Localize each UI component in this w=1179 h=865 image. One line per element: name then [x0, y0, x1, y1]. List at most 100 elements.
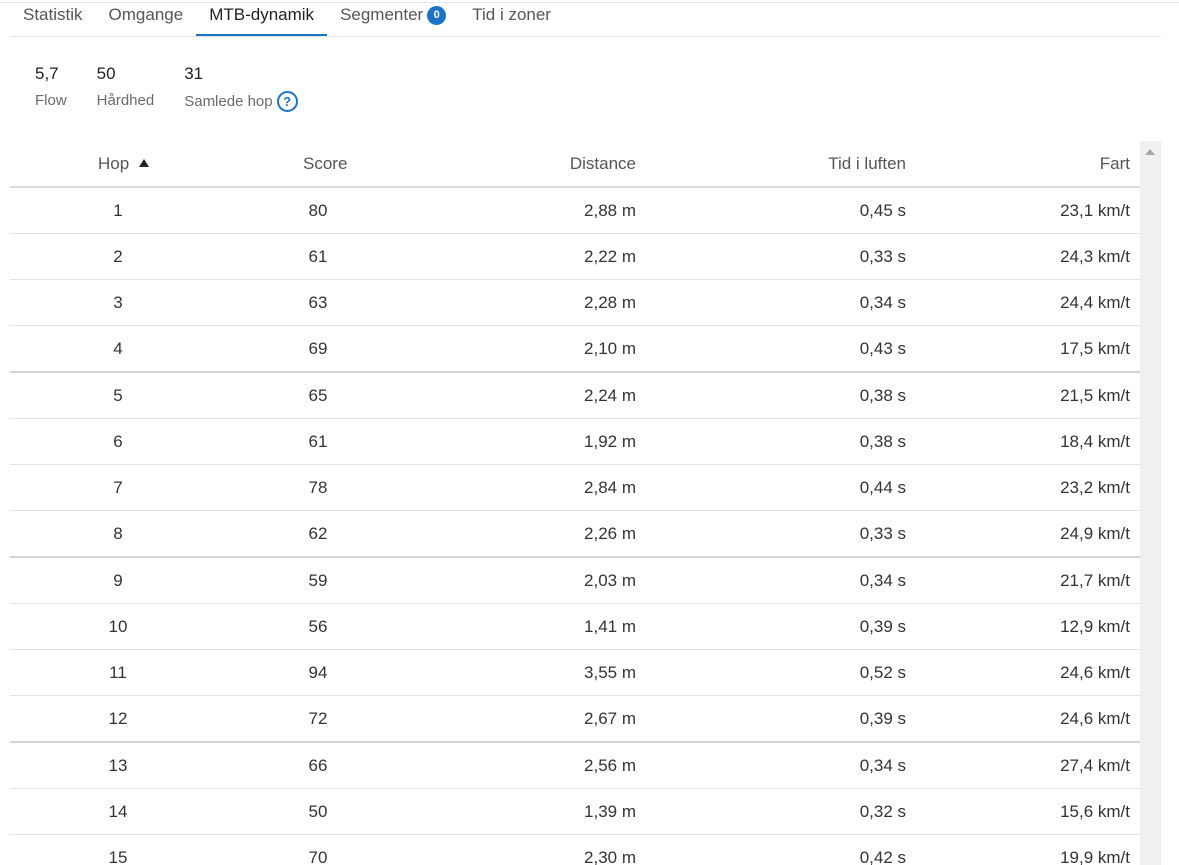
cell-score: 94 — [308, 663, 328, 682]
column-header-airtime[interactable]: Tid i luften — [828, 153, 906, 175]
table-row: 9 59 2,03 m 0,34 s 21,7 km/t — [10, 558, 1140, 604]
table-row: 6 61 1,92 m 0,38 s 18,4 km/t — [10, 419, 1140, 465]
tab-bar: Statistik Omgange MTB-dynamik Segmenter … — [10, 3, 1161, 37]
table-row: 13 66 2,56 m 0,34 s 27,4 km/t — [10, 743, 1140, 789]
stat-value: 5,7 — [35, 64, 59, 83]
cell-hop: 6 — [113, 432, 123, 451]
cell-speed: 17,5 km/t — [1060, 339, 1130, 358]
cell-speed: 18,4 km/t — [1060, 432, 1130, 451]
cell-hop: 11 — [109, 663, 127, 682]
cell-score: 50 — [308, 802, 328, 821]
cell-score: 69 — [308, 339, 328, 358]
sort-ascending-icon — [139, 159, 150, 167]
scroll-up-arrow-icon[interactable] — [1145, 149, 1155, 155]
tab-label: Omgange — [108, 5, 184, 24]
cell-speed: 19,9 km/t — [1060, 848, 1130, 865]
table-row: 12 72 2,67 m 0,39 s 24,6 km/t — [10, 696, 1140, 743]
cell-speed: 24,6 km/t — [1060, 663, 1130, 682]
cell-airtime: 0,43 s — [859, 339, 906, 358]
stat-value: 31 — [184, 64, 204, 83]
cell-speed: 23,1 km/t — [1060, 201, 1130, 220]
cell-distance: 2,84 m — [584, 478, 636, 497]
cell-hop: 2 — [113, 247, 123, 266]
table-row: 4 69 2,10 m 0,43 s 17,5 km/t — [10, 326, 1140, 373]
table-row: 14 50 1,39 m 0,32 s 15,6 km/t — [10, 789, 1140, 835]
column-header-score[interactable]: Score — [303, 153, 347, 175]
stat-hardness: 50 Hårdhed — [97, 63, 155, 112]
cell-airtime: 0,45 s — [859, 201, 906, 220]
cell-airtime: 0,34 s — [859, 293, 906, 312]
tab-mtb-dynamik[interactable]: MTB-dynamik — [196, 3, 327, 36]
cell-speed: 15,6 km/t — [1060, 802, 1130, 821]
cell-score: 78 — [308, 478, 328, 497]
cell-speed: 23,2 km/t — [1060, 478, 1130, 497]
tab-segmenter[interactable]: Segmenter 0 — [327, 3, 459, 35]
cell-distance: 1,39 m — [584, 802, 636, 821]
stat-label: Samlede hop ? — [184, 91, 298, 112]
cell-hop: 12 — [108, 709, 128, 728]
cell-speed: 24,9 km/t — [1060, 524, 1130, 543]
cell-hop: 7 — [113, 478, 123, 497]
cell-hop: 3 — [113, 293, 123, 312]
cell-airtime: 0,38 s — [859, 386, 906, 405]
stat-label-text: Hårdhed — [96, 92, 155, 109]
cell-score: 56 — [308, 617, 328, 636]
stat-value: 50 — [96, 64, 116, 83]
cell-distance: 2,56 m — [584, 756, 636, 775]
cell-score: 59 — [308, 571, 328, 590]
cell-airtime: 0,33 s — [859, 524, 906, 543]
cell-distance: 2,26 m — [584, 524, 636, 543]
cell-hop: 8 — [113, 524, 123, 543]
cell-hop: 9 — [113, 571, 123, 590]
mtb-dynamics-panel: Statistik Omgange MTB-dynamik Segmenter … — [0, 0, 1179, 865]
cell-airtime: 0,33 s — [859, 247, 906, 266]
cell-airtime: 0,34 s — [859, 756, 906, 775]
cell-airtime: 0,42 s — [859, 848, 906, 865]
cell-airtime: 0,39 s — [859, 709, 906, 728]
table-row: 7 78 2,84 m 0,44 s 23,2 km/t — [10, 465, 1140, 511]
cell-distance: 1,92 m — [584, 432, 636, 451]
cell-airtime: 0,39 s — [859, 617, 906, 636]
table-body: 1 80 2,88 m 0,45 s 23,1 km/t 2 61 2,22 m 0,33 s2… — [10, 188, 1140, 865]
column-header-distance[interactable]: Distance — [570, 153, 636, 175]
cell-score: 61 — [308, 247, 328, 266]
cell-hop: 10 — [108, 617, 128, 636]
column-header-hop[interactable]: Hop — [98, 153, 150, 175]
column-header-speed[interactable]: Fart — [1100, 153, 1130, 175]
tab-omgange[interactable]: Omgange — [96, 3, 197, 35]
help-question-icon[interactable]: ? — [276, 91, 298, 112]
stat-flow: 5,7 Flow — [35, 63, 67, 112]
stat-label: Flow — [35, 91, 67, 111]
cell-speed: 24,6 km/t — [1060, 709, 1130, 728]
cell-hop: 1 — [113, 201, 123, 220]
cell-score: 61 — [308, 432, 328, 451]
table-header: Hop Score Distance Tid i luften Fart — [10, 141, 1140, 188]
column-header-label: Hop — [98, 154, 130, 173]
tab-label: Segmenter — [340, 5, 424, 24]
cell-hop: 4 — [113, 339, 123, 358]
table-scrollbar[interactable] — [1140, 141, 1161, 865]
cell-distance: 2,03 m — [584, 571, 636, 590]
cell-airtime: 0,52 s — [859, 663, 906, 682]
cell-speed: 21,7 km/t — [1060, 571, 1130, 590]
cell-distance: 2,22 m — [584, 247, 636, 266]
cell-score: 63 — [308, 293, 328, 312]
cell-speed: 12,9 km/t — [1060, 617, 1130, 636]
table-row: 10 56 1,41 m 0,39 s 12,9 km/t — [10, 604, 1140, 650]
tab-tid-i-zoner[interactable]: Tid i zoner — [459, 3, 564, 35]
cell-speed: 24,4 km/t — [1060, 293, 1130, 312]
cell-airtime: 0,44 s — [859, 478, 906, 497]
cell-score: 72 — [308, 709, 328, 728]
cell-speed: 21,5 km/t — [1060, 386, 1130, 405]
cell-airtime: 0,32 s — [859, 802, 906, 821]
cell-distance: 2,28 m — [584, 293, 636, 312]
cell-distance: 2,10 m — [584, 339, 636, 358]
stat-total-jumps: 31 Samlede hop ? — [184, 63, 298, 112]
tab-statistik[interactable]: Statistik — [10, 3, 96, 35]
cell-distance: 2,88 m — [584, 201, 636, 220]
stat-label-text: Flow — [35, 92, 67, 109]
cell-score: 65 — [308, 386, 328, 405]
tab-label: Tid i zoner — [472, 5, 551, 24]
table-row: 5 65 2,24 m 0,38 s 21,5 km/t — [10, 373, 1140, 419]
cell-hop: 14 — [108, 802, 128, 821]
